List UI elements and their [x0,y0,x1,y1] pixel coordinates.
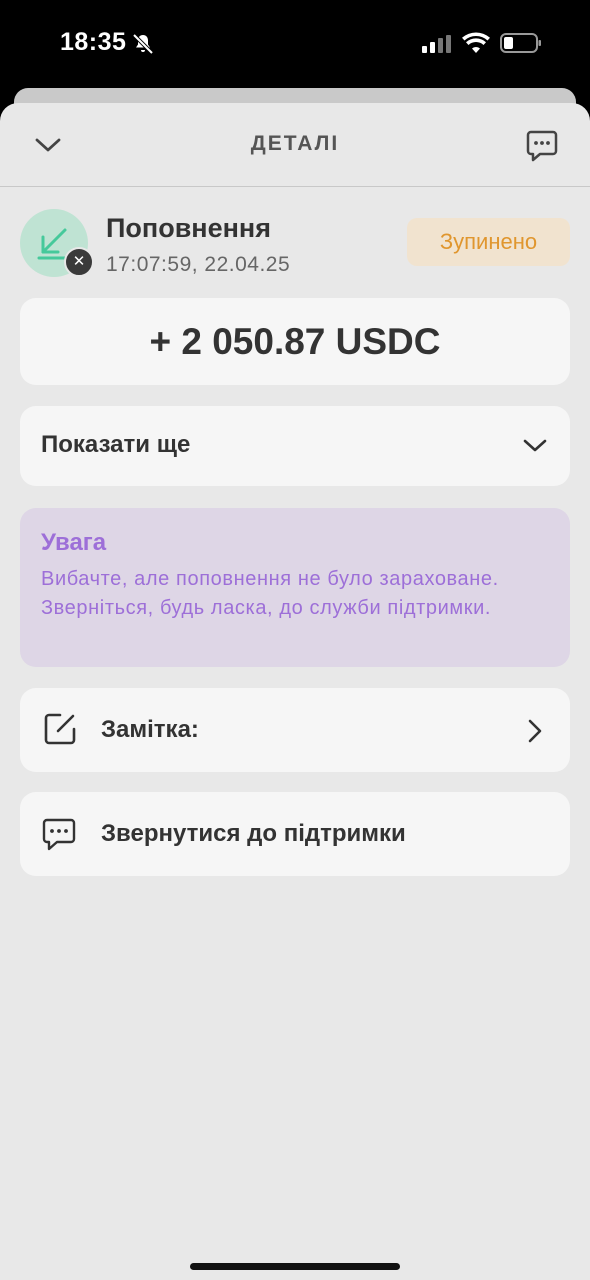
battery-icon [500,33,541,53]
amount-card: + 2 050.87 USDC [20,298,570,385]
chat-icon [42,818,76,851]
transaction-summary: ✕ Поповнення 17:07:59, 22.04.25 Зупинено [20,209,570,279]
status-bar: 18:35 [0,0,590,90]
warning-title: Увага [41,529,107,556]
header: ДЕТАЛІ [0,103,590,187]
note-button[interactable]: Замітка: [20,688,570,772]
chevron-down-icon [523,439,547,452]
failed-badge-icon: ✕ [64,247,94,277]
chevron-right-icon [528,719,542,743]
page-title: ДЕТАЛІ [250,132,340,155]
status-time: 18:35 [60,28,127,56]
show-more-label: Показати ще [41,431,191,458]
signal-icon [422,35,451,53]
contact-support-button[interactable]: Звернутися до підтримки [20,792,570,876]
status-badge: Зупинено [407,218,570,266]
show-more-button[interactable]: Показати ще [20,406,570,486]
chat-icon[interactable] [525,129,559,163]
note-label: Замітка: [101,716,199,743]
edit-note-icon [44,713,76,745]
wifi-icon [462,32,490,53]
home-indicator[interactable] [190,1263,400,1270]
transaction-datetime: 17:07:59, 22.04.25 [106,253,291,276]
transaction-title: Поповнення [106,213,271,243]
details-sheet: ДЕТАЛІ ✕ Поповнення 17:07:59, 22.04.25 З… [0,103,590,1280]
bell-off-icon [132,33,154,55]
amount-value: + 2 050.87 USDC [149,320,441,362]
warning-message: Вибачте, але поповнення не було зарахова… [41,568,499,619]
warning-card: Увага Вибачте, але поповнення не було за… [20,508,570,667]
contact-support-label: Звернутися до підтримки [101,820,406,847]
